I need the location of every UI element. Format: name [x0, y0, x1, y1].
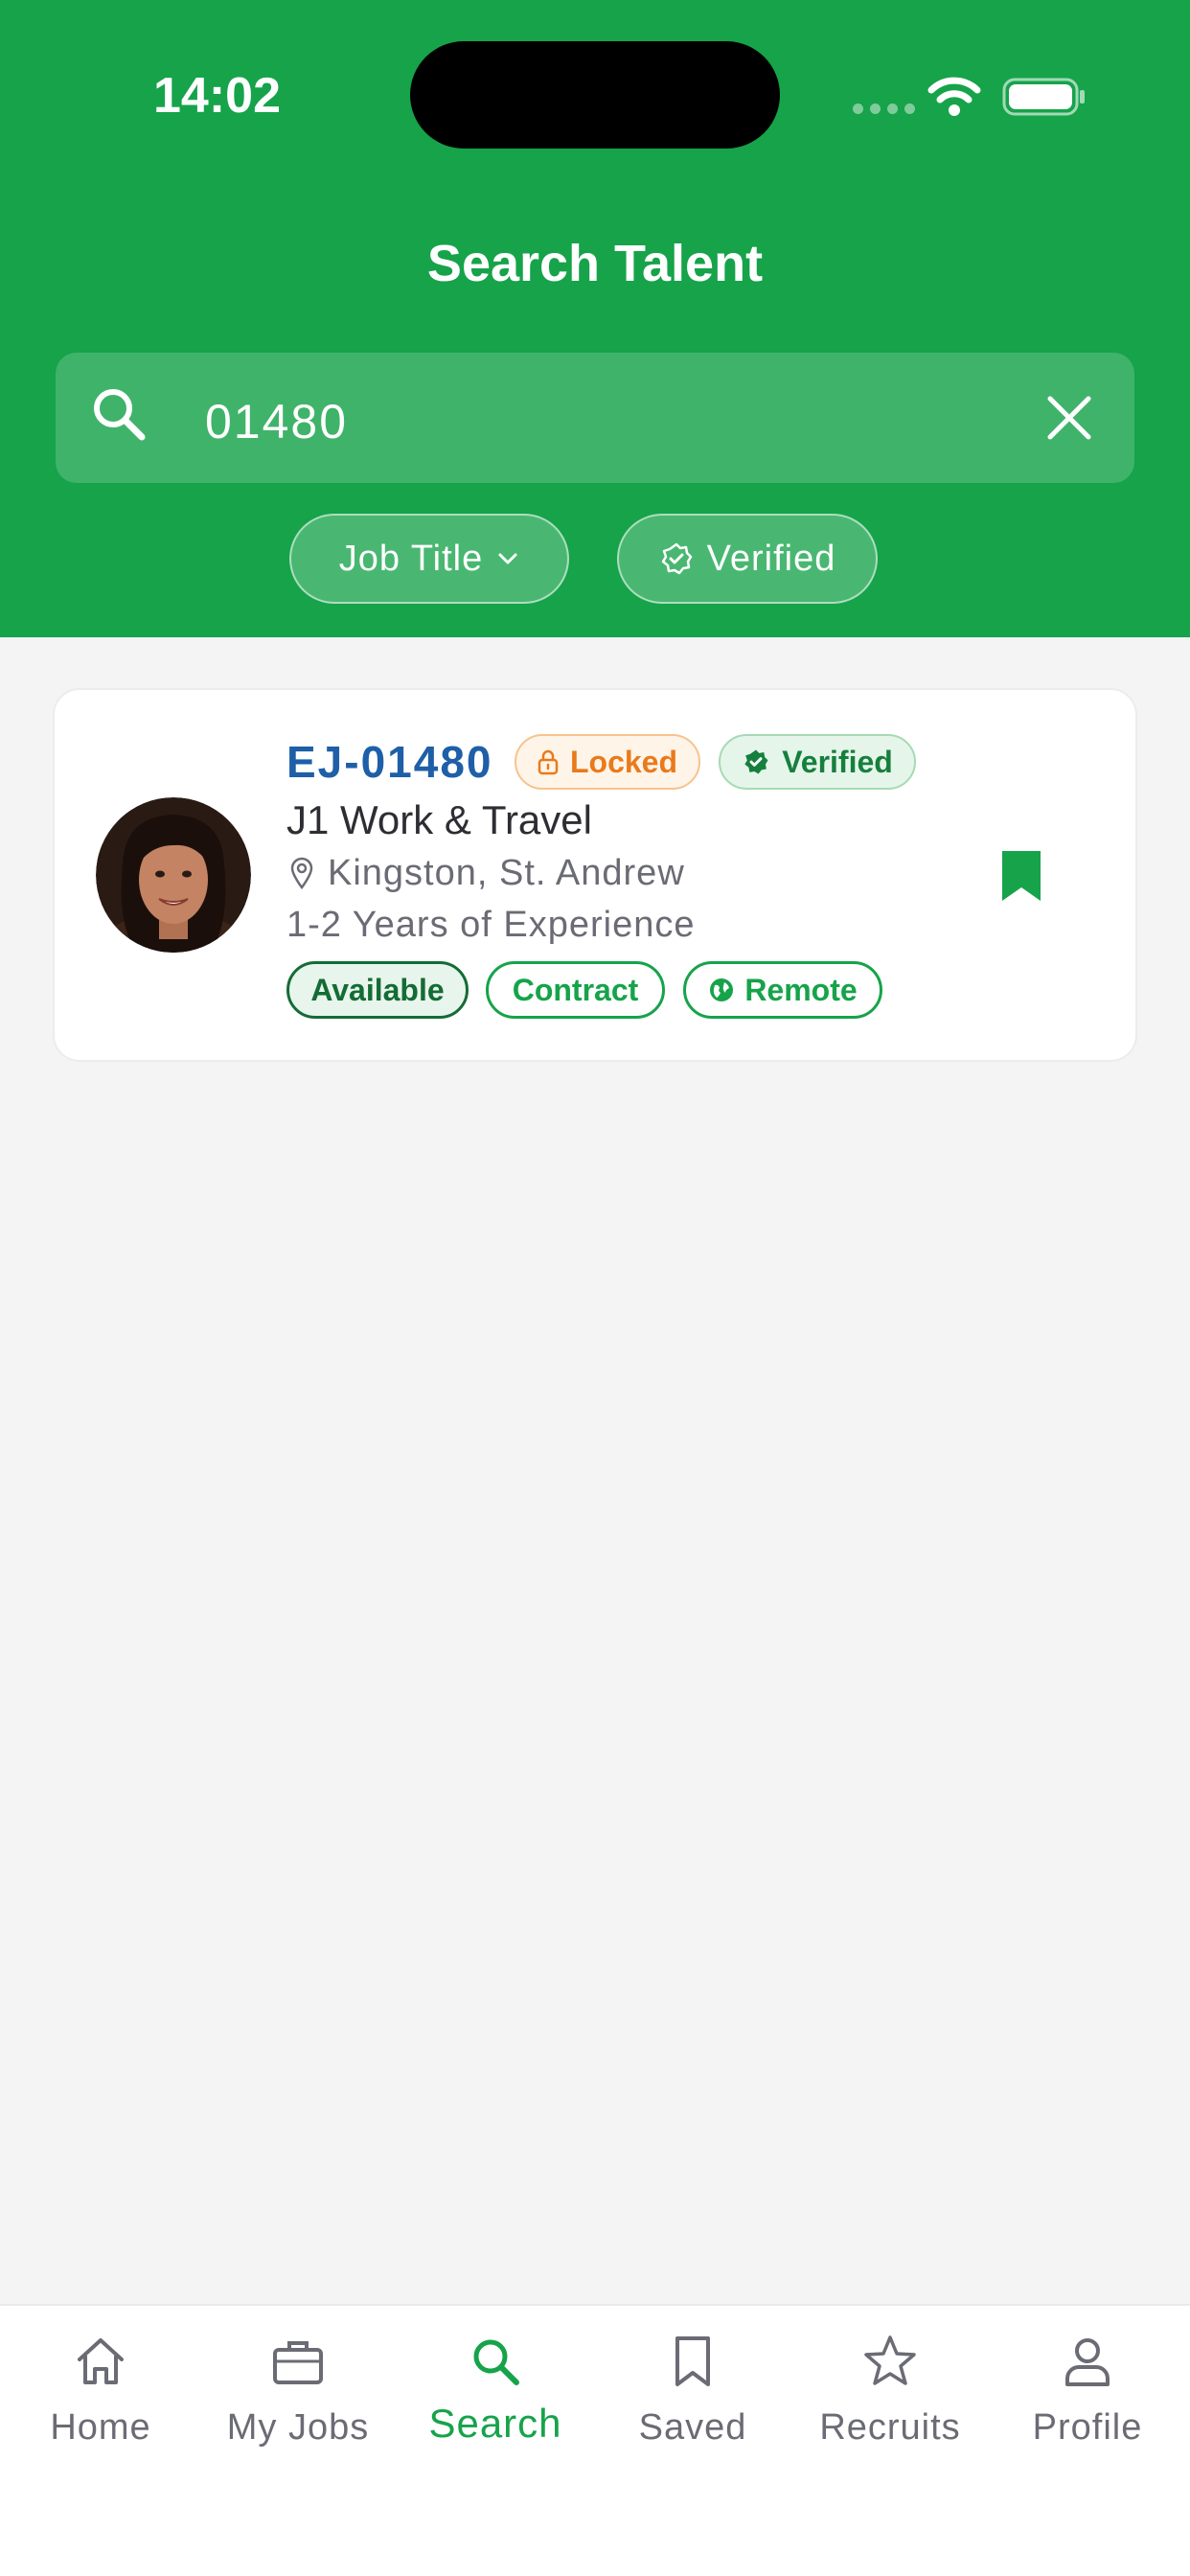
nav-label: My Jobs	[226, 2407, 370, 2448]
verified-check-icon	[744, 749, 768, 774]
tag-remote: Remote	[683, 961, 882, 1019]
nav-home[interactable]: Home	[2, 2323, 199, 2467]
locked-label: Locked	[569, 744, 678, 779]
nav-label: Home	[50, 2407, 151, 2448]
nav-recruits[interactable]: Recruits	[791, 2323, 989, 2467]
avatar	[96, 797, 251, 953]
nav-saved[interactable]: Saved	[594, 2323, 791, 2467]
clear-icon[interactable]	[1042, 391, 1096, 445]
cellular-signal-icon	[853, 104, 915, 114]
experience-text: 1-2 Years of Experience	[286, 905, 696, 945]
globe-icon	[710, 978, 734, 1001]
status-time: 14:02	[153, 68, 281, 124]
search-value[interactable]: 01480	[205, 388, 348, 455]
verified-filter-chip[interactable]: Verified	[617, 514, 878, 604]
verified-badge: Verified	[719, 734, 916, 790]
bookmark-icon[interactable]	[1000, 849, 1042, 903]
dynamic-island	[410, 41, 780, 149]
battery-icon	[1002, 78, 1085, 116]
job-title: J1 Work & Travel	[286, 797, 592, 842]
nav-profile[interactable]: Profile	[989, 2323, 1186, 2467]
tag-label: Remote	[744, 972, 858, 1007]
talent-id[interactable]: EJ-01480	[286, 733, 493, 791]
nav-label: Profile	[1032, 2407, 1143, 2448]
nav-label: Saved	[638, 2407, 747, 2448]
locked-badge: Locked	[515, 734, 700, 790]
tag-label: Contract	[512, 972, 639, 1007]
verified-label: Verified	[782, 744, 893, 779]
chevron-down-icon	[498, 553, 517, 564]
star-icon	[864, 2335, 916, 2385]
tag-contract: Contract	[486, 961, 665, 1019]
search-icon	[473, 2339, 519, 2385]
verified-filter-label: Verified	[706, 539, 836, 579]
location-pin-icon	[290, 857, 313, 890]
lock-icon	[538, 749, 559, 775]
wifi-icon	[927, 77, 981, 116]
bookmark-icon	[675, 2336, 710, 2386]
tag-label: Available	[310, 972, 445, 1007]
briefcase-icon	[273, 2341, 323, 2384]
job-title-filter-chip[interactable]: Job Title	[289, 514, 569, 604]
job-title-filter-label: Job Title	[338, 539, 484, 579]
verified-badge-icon	[661, 542, 692, 575]
nav-search[interactable]: Search	[397, 2323, 594, 2467]
search-icon	[94, 389, 146, 441]
page-title: Search Talent	[426, 235, 764, 292]
nav-label: Search	[428, 2401, 562, 2446]
person-icon	[1065, 2338, 1110, 2386]
tag-available: Available	[286, 961, 469, 1019]
nav-label: Recruits	[819, 2407, 961, 2448]
location-text: Kingston, St. Andrew	[328, 853, 685, 893]
home-icon	[78, 2338, 124, 2384]
nav-my-jobs[interactable]: My Jobs	[199, 2323, 397, 2467]
